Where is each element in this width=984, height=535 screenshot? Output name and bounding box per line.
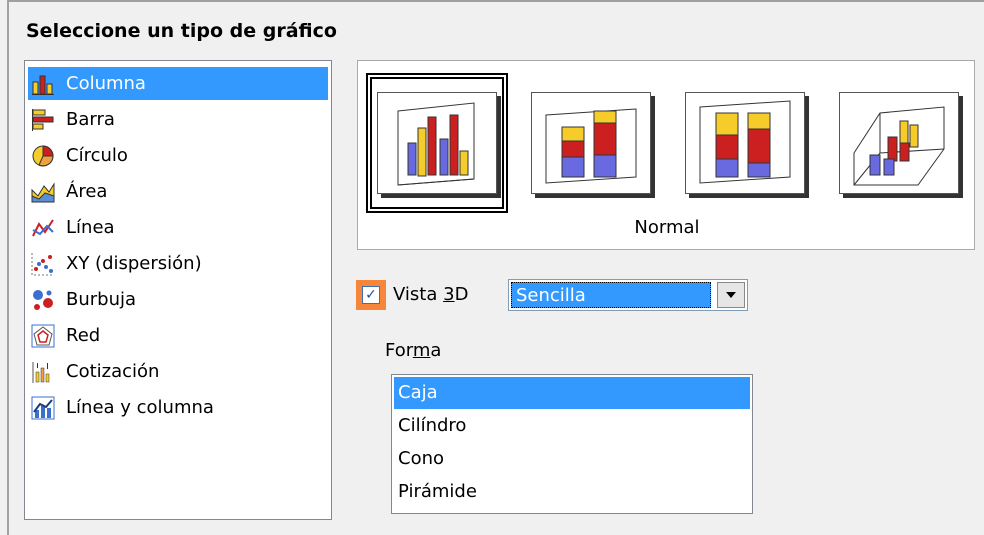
chart-type-label: Línea (66, 217, 115, 238)
chart-type-label: Círculo (66, 145, 128, 166)
shape-label-suffix: a (430, 340, 442, 361)
shape-option-pyramid[interactable]: Pirámide (394, 476, 750, 508)
chart-type-list[interactable]: Columna Barra Círculo Área Línea XY (dis… (24, 60, 332, 520)
scatter-chart-icon (30, 251, 56, 277)
variant-percent-stacked[interactable] (674, 73, 816, 213)
variant-percent-stacked-thumbnail (685, 92, 805, 194)
chart-type-area[interactable]: Área (28, 175, 328, 208)
line-chart-icon (30, 215, 56, 241)
variant-normal-thumbnail (377, 92, 497, 194)
chart-type-scatter[interactable]: XY (dispersión) (28, 247, 328, 280)
chart-type-label: Red (66, 325, 101, 346)
variant-stacked-thumbnail (531, 92, 651, 194)
dialog-frame-top (7, 0, 984, 2)
chart-type-bubble[interactable]: Burbuja (28, 283, 328, 316)
chart-type-stock[interactable]: Cotización (28, 355, 328, 388)
net-chart-icon (30, 323, 56, 349)
dialog-frame-left (7, 0, 9, 535)
shape-option-cone[interactable]: Cono (394, 443, 750, 475)
shape-option-cylinder[interactable]: Cilíndro (394, 410, 750, 442)
bubble-chart-icon (30, 287, 56, 313)
shape-label-text: For (385, 340, 413, 361)
view-3d-label-mnemonic: 3 (443, 284, 455, 305)
area-chart-icon (30, 179, 56, 205)
chart-type-label: XY (dispersión) (66, 253, 202, 274)
variant-deep[interactable] (828, 73, 970, 213)
view-3d-label-text: Vista (393, 284, 444, 305)
chart-type-line[interactable]: Línea (28, 211, 328, 244)
view-3d-checkbox-highlight: ✓ (356, 280, 386, 310)
chart-type-label: Barra (66, 109, 115, 130)
chart-type-pie[interactable]: Círculo (28, 139, 328, 172)
chart-type-label: Área (66, 181, 108, 202)
shape-label-mnemonic: m (412, 340, 431, 361)
shape-list[interactable]: Caja Cilíndro Cono Pirámide (391, 374, 753, 514)
section-heading: Seleccione un tipo de gráfico (26, 20, 337, 42)
chart-type-column[interactable]: Columna (28, 67, 328, 100)
variant-deep-thumbnail (839, 92, 959, 194)
chart-type-label: Línea y columna (66, 397, 214, 418)
view-3d-checkbox[interactable]: ✓ (362, 286, 380, 304)
checkmark-icon: ✓ (365, 287, 377, 303)
bar-chart-icon (30, 107, 56, 133)
chart-type-bar[interactable]: Barra (28, 103, 328, 136)
chart-type-line-column[interactable]: Línea y columna (28, 391, 328, 424)
column-chart-icon (30, 71, 56, 97)
dropdown-arrow-button[interactable] (717, 282, 745, 308)
chart-variant-panel: Normal (357, 60, 975, 250)
pie-chart-icon (30, 143, 56, 169)
chart-type-label: Burbuja (66, 289, 137, 310)
view-3d-label[interactable]: Vista 3D (393, 284, 468, 305)
chart-type-net[interactable]: Red (28, 319, 328, 352)
stock-chart-icon (30, 359, 56, 385)
chart-type-label: Cotización (66, 361, 160, 382)
chart-type-label: Columna (66, 73, 146, 94)
variant-stacked[interactable] (520, 73, 662, 213)
scheme-dropdown-value: Sencilla (511, 282, 711, 308)
variant-normal[interactable] (366, 73, 508, 213)
shape-option-box[interactable]: Caja (394, 377, 750, 409)
scheme-dropdown[interactable]: Sencilla (508, 279, 748, 311)
chevron-down-icon (726, 292, 736, 298)
shape-label: Forma (385, 340, 441, 361)
line-column-chart-icon (30, 395, 56, 421)
view-3d-label-suffix: D (454, 284, 469, 305)
variant-name-label: Normal (634, 217, 700, 238)
